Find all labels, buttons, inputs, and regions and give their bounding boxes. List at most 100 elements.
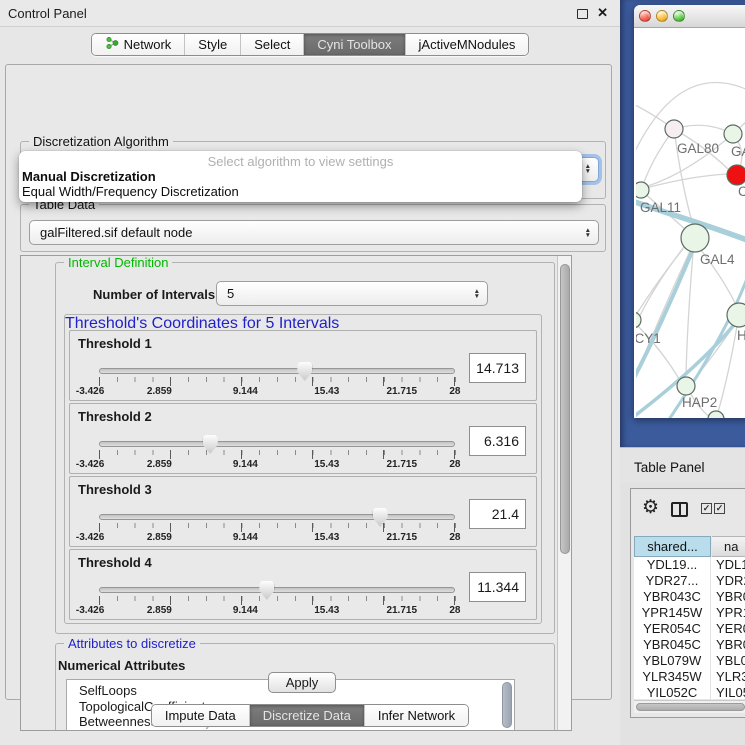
table-row[interactable]: YBR043CYBR043C xyxy=(634,589,745,605)
popup-item-manual-discretization[interactable]: Manual Discretization xyxy=(19,169,582,184)
cyni-toolbox-panel: Discretization Algorithm ▲▼ Select algor… xyxy=(5,64,612,700)
table-row[interactable]: YBR045CYBR045C xyxy=(634,637,745,653)
threshold-value-field[interactable]: 6.316 xyxy=(469,426,526,456)
threshold-label: Threshold 3 xyxy=(78,482,152,497)
cell-shared-name[interactable]: YIL052C xyxy=(634,685,711,699)
cell-name[interactable]: YDL19... xyxy=(711,557,745,573)
tab-jactivemnodules[interactable]: jActiveMNodules xyxy=(405,34,529,55)
table-row[interactable]: YER054CYER054C xyxy=(634,621,745,637)
bottom-tab-bar: Impute Data Discretize Data Infer Networ… xyxy=(0,704,620,727)
popup-item-equal-width[interactable]: Equal Width/Frequency Discretization xyxy=(19,184,582,199)
tab-select[interactable]: Select xyxy=(240,34,303,55)
table-row[interactable]: YBL079WYBL079W xyxy=(634,653,745,669)
network-window-titlebar xyxy=(634,5,745,28)
network-canvas[interactable]: GAL80GACGAL11GAL4GCY1HHAP2 xyxy=(636,28,745,418)
network-node-gal11[interactable] xyxy=(636,182,649,198)
threshold-row: Threshold 4 -3.426 2.859 9.144 15.43 21.… xyxy=(69,549,537,620)
table-row[interactable]: YIL052CYIL052C xyxy=(634,685,745,699)
tab-cyni-toolbox[interactable]: Cyni Toolbox xyxy=(303,34,404,55)
cell-shared-name[interactable]: YLR345W xyxy=(634,669,711,685)
right-column: GAL80GACGAL11GAL4GCY1HHAP2 Table Panel ⚙… xyxy=(620,0,745,745)
number-of-intervals-combo[interactable]: 5 ▲▼ xyxy=(216,281,488,306)
threshold-value-field[interactable]: 21.4 xyxy=(469,499,526,529)
threshold-value-field[interactable]: 14.713 xyxy=(469,353,526,383)
apply-button[interactable]: Apply xyxy=(268,672,336,693)
table-row[interactable]: YDR27...YDR27... xyxy=(634,573,745,589)
columns-icon[interactable] xyxy=(671,502,688,517)
close-icon[interactable]: ✕ xyxy=(597,5,608,21)
select-none-check-icon[interactable]: ✓ xyxy=(714,503,725,514)
table-horizontal-scrollbar[interactable] xyxy=(634,700,745,713)
node-label: GCY1 xyxy=(636,331,661,346)
cell-name[interactable]: YBR045C xyxy=(711,637,745,653)
slider-tick-labels: -3.426 2.859 9.144 15.43 21.715 28 xyxy=(99,605,456,617)
close-traffic-light[interactable] xyxy=(639,10,651,22)
cell-shared-name[interactable]: YBR043C xyxy=(634,589,711,605)
number-of-intervals-value: 5 xyxy=(227,286,234,301)
float-window-icon[interactable] xyxy=(577,9,588,19)
cell-shared-name[interactable]: YDR27... xyxy=(634,573,711,589)
table-row[interactable]: YPR145WYPR145W xyxy=(634,605,745,621)
threshold-row: Threshold 2 -3.426 2.859 9.144 15.43 21.… xyxy=(69,403,537,474)
interval-definition-group: Interval Definition Number of Intervals … xyxy=(55,262,555,634)
control-panel: Control Panel ✕ Network Style Select xyxy=(0,0,620,745)
threshold-slider-track[interactable] xyxy=(99,441,455,447)
threshold-value-field[interactable]: 11.344 xyxy=(469,572,526,602)
slider-tick-labels: -3.426 2.859 9.144 15.43 21.715 28 xyxy=(99,532,456,544)
algorithm-hint-item: Select algorithm to view settings xyxy=(19,154,582,169)
settings-vertical-scrollbar[interactable] xyxy=(557,256,571,730)
cell-shared-name[interactable]: YBR045C xyxy=(634,637,711,653)
gear-icon[interactable]: ⚙ xyxy=(642,496,659,519)
network-icon xyxy=(105,36,119,53)
table-rows: YDL19...YDL19...YDR27...YDR27...YBR043CY… xyxy=(634,557,745,699)
cell-shared-name[interactable]: YBL079W xyxy=(634,653,711,669)
threshold-slider-track[interactable] xyxy=(99,514,455,520)
threshold-label: Threshold 4 xyxy=(78,555,152,570)
threshold-slider-track[interactable] xyxy=(99,368,455,374)
network-node-ga[interactable] xyxy=(724,125,742,143)
table-row[interactable]: YLR345WYLR345W xyxy=(634,669,745,685)
table-data-combo[interactable]: galFiltered.sif default node ▲▼ xyxy=(29,220,599,245)
network-node[interactable] xyxy=(727,165,745,185)
tab-infer-network[interactable]: Infer Network xyxy=(364,705,468,726)
zoom-traffic-light[interactable] xyxy=(673,10,685,22)
cell-name[interactable]: YIL052C xyxy=(711,685,745,699)
threshold-label: Threshold 2 xyxy=(78,409,152,424)
tab-discretize-data[interactable]: Discretize Data xyxy=(249,705,364,726)
slider-tick-labels: -3.426 2.859 9.144 15.43 21.715 28 xyxy=(99,459,456,471)
threshold-label: Threshold 1 xyxy=(78,336,152,351)
network-node-hap2[interactable] xyxy=(677,377,695,395)
network-node[interactable] xyxy=(708,411,724,418)
cell-shared-name[interactable]: YER054C xyxy=(634,621,711,637)
cell-name[interactable]: YBR043C xyxy=(711,589,745,605)
tab-network[interactable]: Network xyxy=(92,34,185,55)
cell-name[interactable]: YPR145W xyxy=(711,605,745,621)
cell-name[interactable]: YDR27... xyxy=(711,573,745,589)
thresholds-group: Threshold's Coordinates for 5 Intervals … xyxy=(64,314,542,624)
network-node-gal80[interactable] xyxy=(665,120,683,138)
cell-name[interactable]: YBL079W xyxy=(711,653,745,669)
table-row[interactable]: YDL19...YDL19... xyxy=(634,557,745,573)
table-panel-titlebar: Table Panel xyxy=(620,447,745,483)
network-node-h[interactable] xyxy=(727,303,745,327)
control-panel-titlebar: Control Panel ✕ xyxy=(0,0,620,27)
number-of-intervals-label: Number of Intervals xyxy=(93,287,215,302)
stepper-icon: ▲▼ xyxy=(474,289,480,299)
tab-impute-data[interactable]: Impute Data xyxy=(152,705,249,726)
column-header-shared-name[interactable]: shared... xyxy=(634,536,711,557)
cell-shared-name[interactable]: YDL19... xyxy=(634,557,711,573)
network-node-gal4[interactable] xyxy=(681,224,709,252)
threshold-slider-track[interactable] xyxy=(99,587,455,593)
stepper-icon: ▲▼ xyxy=(585,164,591,174)
select-all-check-icon[interactable]: ✓ xyxy=(701,503,712,514)
slider-ticks xyxy=(99,523,456,532)
discretization-algorithm-title: Discretization Algorithm xyxy=(29,134,173,149)
slider-tick-labels: -3.426 2.859 9.144 15.43 21.715 28 xyxy=(99,386,456,398)
cell-name[interactable]: YLR345W xyxy=(711,669,745,685)
cell-shared-name[interactable]: YPR145W xyxy=(634,605,711,621)
column-header-name[interactable]: na xyxy=(712,536,745,557)
tab-style[interactable]: Style xyxy=(184,34,240,55)
cell-name[interactable]: YER054C xyxy=(711,621,745,637)
minimize-traffic-light[interactable] xyxy=(656,10,668,22)
stepper-icon: ▲▼ xyxy=(585,228,591,238)
